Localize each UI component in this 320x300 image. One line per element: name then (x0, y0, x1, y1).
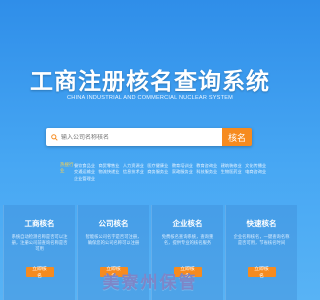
search-bar: 核名 (46, 128, 252, 146)
hot-industries: 热搜行业 餐饮食品业 商贸零售业 人力资源业 医疗健康业 教育培训业 教育咨询业… (60, 163, 270, 182)
hot-links: 餐饮食品业 商贸零售业 人力资源业 医疗健康业 教育培训业 教育咨询业 建筑装修… (74, 163, 270, 182)
hot-link[interactable]: 生物医药业 (221, 169, 242, 175)
watermark: 美寮州保管 (102, 273, 198, 293)
search-input[interactable] (58, 133, 201, 141)
card-description: 智能核公司名字是否可注册，确保您的公司名称可以注册 (85, 235, 142, 246)
search-icon (51, 133, 58, 141)
card-title: 公司核名 (98, 219, 129, 228)
card-title: 企业核名 (172, 219, 203, 228)
page-subtitle: CHINA INDUSTRIAL AND COMMERCIAL NUCLEAR … (66, 95, 234, 101)
hot-link[interactable]: 商务服务业 (147, 169, 168, 175)
hot-link[interactable]: 企业管理业 (74, 176, 95, 182)
search-field[interactable] (46, 128, 222, 146)
hot-link[interactable]: 物流快递业 (98, 169, 119, 175)
card-title: 快速核名 (246, 219, 277, 228)
hot-label: 热搜行业 (60, 163, 74, 175)
card-description: 企业名称核名，一键查询名称是否可用，节省核名时间 (233, 235, 290, 246)
page-title: 工商注册核名查询系统 (30, 69, 270, 95)
hot-link[interactable]: 科技服务业 (196, 169, 217, 175)
card-description: 免费核名查询系统，查询重名，提供专业的核名服务 (161, 235, 214, 246)
hot-link[interactable]: 家政服务业 (172, 169, 193, 175)
card-description: 系统自动检测名称是否可以注册，注册公司前查询名称是否可用 (11, 235, 68, 252)
hot-link[interactable]: 电商咨询业 (245, 169, 266, 175)
hot-link[interactable]: 信息技术业 (123, 169, 144, 175)
card-title: 工商核名 (24, 219, 55, 228)
search-button[interactable]: 核名 (222, 128, 252, 146)
